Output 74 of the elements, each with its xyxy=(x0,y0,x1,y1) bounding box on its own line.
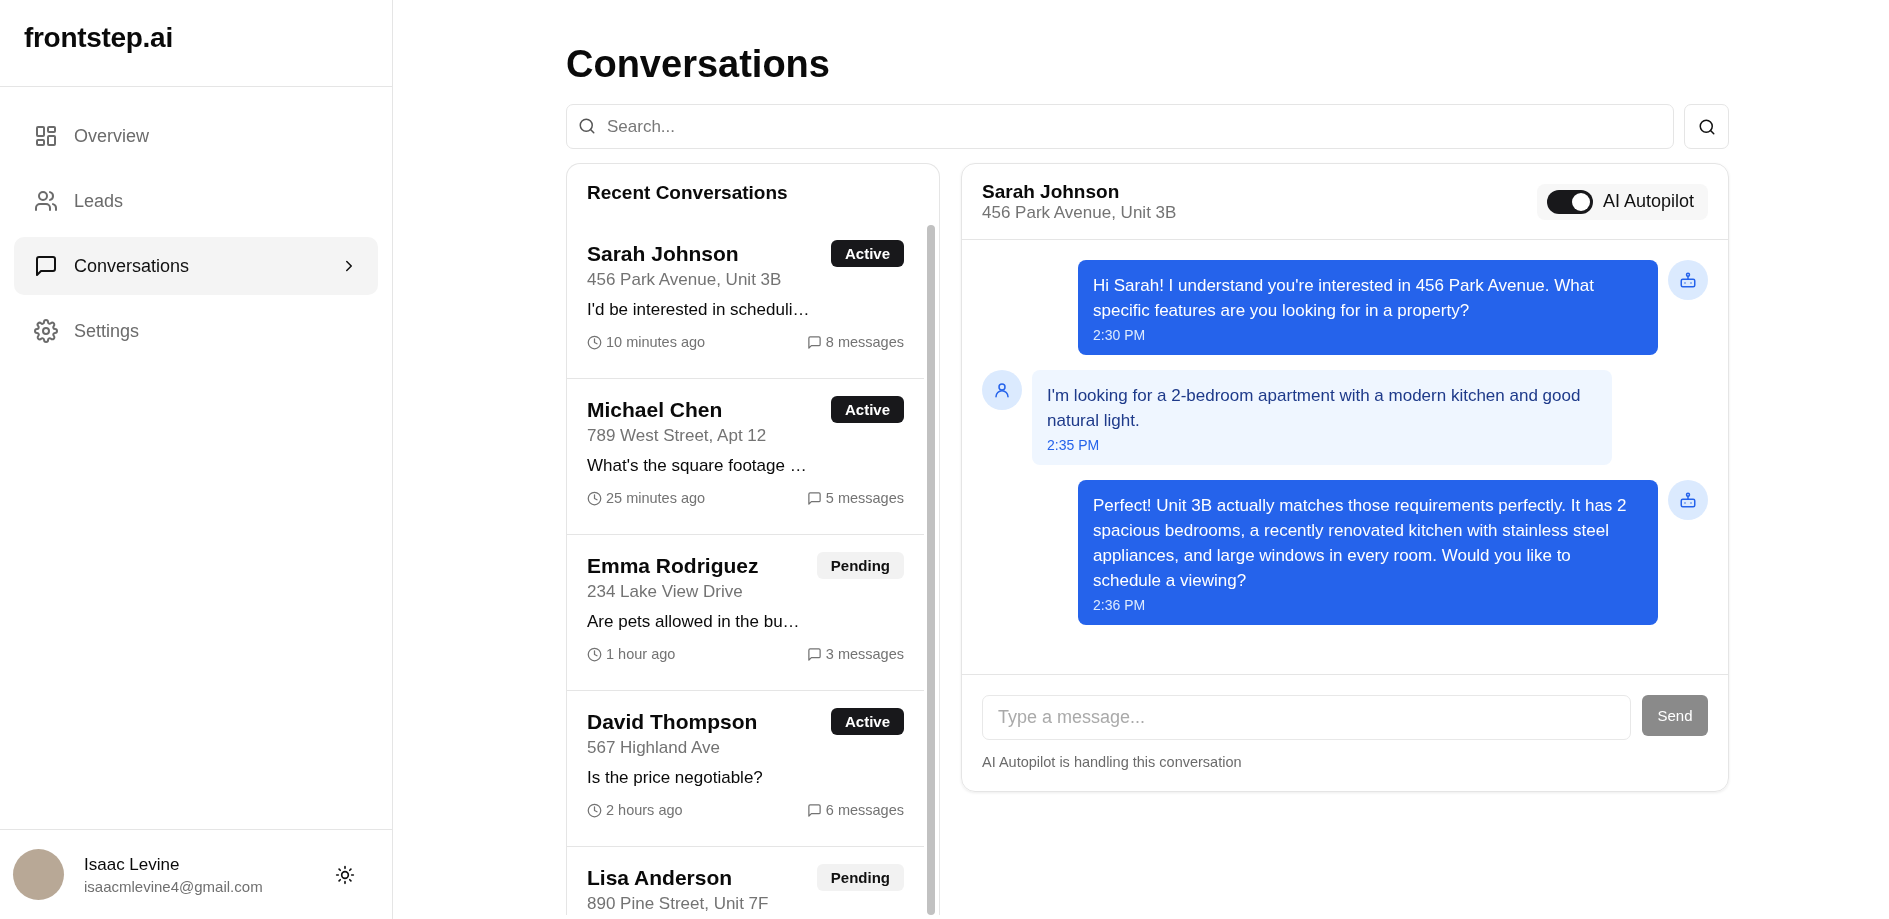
robot-icon xyxy=(1679,491,1697,509)
property-address: 789 West Street, Apt 12 xyxy=(587,426,768,446)
contact-name: Michael Chen xyxy=(587,397,723,422)
autopilot-toggle[interactable]: AI Autopilot xyxy=(1536,183,1708,220)
message-count: 6 messages xyxy=(825,802,904,818)
grid-icon xyxy=(34,124,58,148)
message-preview: What's the square footage … xyxy=(587,456,808,476)
contact-name: Sarah Johnson xyxy=(982,180,1121,203)
toggle-switch[interactable] xyxy=(1546,189,1593,214)
conversation-item[interactable]: Michael Chen Active 789 West Street, Apt 12 What's the square footage … 25 minutes ago 5 messages xyxy=(567,379,924,535)
property-address: 456 Park Avenue, Unit 3B xyxy=(982,202,1177,223)
clock-icon xyxy=(587,490,602,506)
chat-bubble-icon xyxy=(806,490,822,506)
message-input[interactable]: Type a message... xyxy=(982,695,1631,740)
sun-icon xyxy=(335,864,355,885)
chat-bubble-icon xyxy=(806,334,822,350)
message-text: Perfect! Unit 3B actually matches those requirements perfectly. It has 2 spacious bedrooms, a recently renovated kitchen with stainless steel appliances, and large windows in every room. Would you like to schedule a viewing? xyxy=(1093,495,1628,592)
contact-name: David Thompson xyxy=(587,709,758,734)
chat-bubble-icon xyxy=(34,254,58,278)
property-address: 234 Lake View Drive xyxy=(587,582,744,602)
property-address: 890 Pine Street, Unit 7F xyxy=(587,894,770,914)
message-text: I'm looking for a 2-bedroom apartment with a modern kitchen and good natural light. xyxy=(1047,385,1582,432)
settings-icon xyxy=(34,319,58,343)
nav-item[interactable]: Leads xyxy=(14,172,378,230)
message-count: 5 messages xyxy=(825,490,904,506)
message-time: 2:36 PM xyxy=(1093,597,1147,613)
status-badge: Pending xyxy=(816,864,904,891)
panel-title: Recent Conversations xyxy=(587,182,788,204)
nav-item[interactable]: Overview xyxy=(14,107,378,165)
conversation-item[interactable]: Emma Rodriguez Pending 234 Lake View Drive Are pets allowed in the bu… 1 hour ago 3 messages xyxy=(567,535,924,691)
person-icon xyxy=(993,381,1011,399)
scrollbar[interactable] xyxy=(927,225,935,915)
conversation-item[interactable]: David Thompson Active 567 Highland Ave Is the price negotiable? 2 hours ago 6 messages xyxy=(567,691,924,847)
search-field[interactable]: Search... xyxy=(566,104,1674,149)
message-preview: I'd be interested in scheduli… xyxy=(587,300,811,320)
time-ago: 10 minutes ago xyxy=(606,334,706,350)
status-badge: Active xyxy=(830,396,904,423)
status-badge: Active xyxy=(830,708,904,735)
conversation-item[interactable]: Lisa Anderson Pending 890 Pine Street, Unit 7F xyxy=(567,847,924,915)
chat-bubble-icon xyxy=(806,802,822,818)
time-ago: 25 minutes ago xyxy=(606,490,706,506)
message-text: Hi Sarah! I understand you're interested in 456 Park Avenue. What specific features are you looking for in a property? xyxy=(1093,275,1595,322)
message-count: 8 messages xyxy=(825,334,904,350)
nav-item[interactable]: Settings xyxy=(14,302,378,360)
contact-name: Lisa Anderson xyxy=(587,865,733,890)
user-email: isaacmlevine4@gmail.com xyxy=(84,877,264,895)
app-logo: frontstep.ai xyxy=(24,22,173,54)
search-button[interactable] xyxy=(1684,104,1729,149)
conversation-item[interactable]: Sarah Johnson Active 456 Park Avenue, Unit 3B I'd be interested in scheduli… 10 minutes ago 8 messages xyxy=(567,223,924,379)
message-time: 2:30 PM xyxy=(1093,327,1147,343)
clock-icon xyxy=(587,646,602,662)
status-badge: Pending xyxy=(816,552,904,579)
autopilot-note: AI Autopilot is handling this conversation xyxy=(982,754,1242,770)
time-ago: 1 hour ago xyxy=(606,646,676,662)
property-address: 567 Highland Ave xyxy=(587,738,721,758)
robot-icon xyxy=(1679,271,1697,289)
nav-item[interactable]: Conversations xyxy=(14,237,378,295)
status-badge: Active xyxy=(830,240,904,267)
message-count: 3 messages xyxy=(825,646,904,662)
chat-bubble-icon xyxy=(806,646,822,662)
message-preview: Is the price negotiable? xyxy=(587,768,764,788)
people-icon xyxy=(34,189,58,213)
clock-icon xyxy=(587,802,602,818)
search-icon xyxy=(1697,117,1716,136)
clock-icon xyxy=(587,334,602,350)
time-ago: 2 hours ago xyxy=(606,802,683,818)
page-title: Conversations xyxy=(566,45,830,83)
contact-name: Sarah Johnson xyxy=(587,241,739,266)
contact-name: Emma Rodriguez xyxy=(587,553,759,578)
message-preview: Are pets allowed in the bu… xyxy=(587,612,801,632)
message-time: 2:35 PM xyxy=(1047,437,1101,453)
property-address: 456 Park Avenue, Unit 3B xyxy=(587,270,783,290)
avatar-photo xyxy=(13,849,64,900)
user-name: Isaac Levine xyxy=(84,854,181,875)
